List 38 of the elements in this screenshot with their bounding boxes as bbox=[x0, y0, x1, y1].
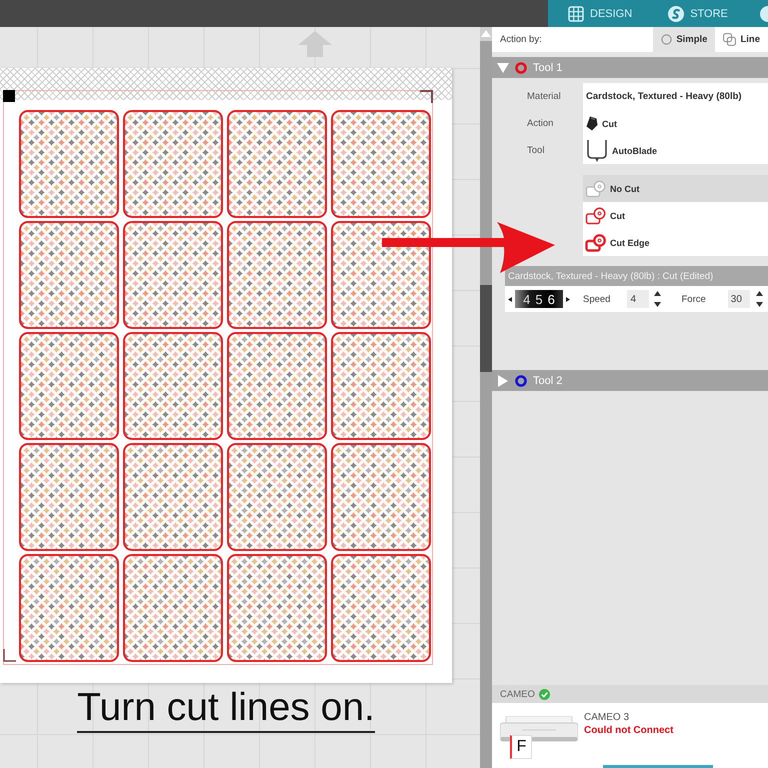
left-arrow-icon[interactable] bbox=[508, 296, 512, 302]
field-label: Material bbox=[527, 91, 561, 102]
device-group-label: CAMEO bbox=[500, 688, 535, 700]
blade-depth-dial[interactable]: 4 5 6 bbox=[515, 290, 563, 308]
registration-square-icon bbox=[3, 90, 15, 102]
corner-bracket-icon bbox=[3, 649, 16, 662]
swirl-circle-icon bbox=[668, 6, 684, 22]
settings-title: Cardstock, Textured - Heavy (80lb) : Cut (Edited) bbox=[505, 266, 768, 286]
speed-field[interactable]: 4 bbox=[627, 290, 650, 308]
corner-bracket-icon bbox=[420, 90, 433, 103]
blade-holder-icon bbox=[586, 138, 608, 162]
field-label: Tool bbox=[527, 145, 544, 156]
right-arrow-icon[interactable] bbox=[566, 296, 570, 302]
cut-option[interactable]: No Cut bbox=[583, 175, 768, 202]
mode-tab[interactable]: Simple bbox=[653, 27, 716, 52]
scrollbar[interactable] bbox=[480, 27, 492, 768]
grid-icon bbox=[568, 6, 584, 22]
up-down-arrows-icon[interactable] bbox=[756, 291, 763, 307]
square-circle-icon bbox=[585, 234, 607, 252]
connection-status: Could not Connect bbox=[584, 725, 674, 736]
document-thumbnail: F bbox=[510, 735, 532, 759]
field-value: AutoBlade bbox=[612, 146, 657, 156]
device-model: CAMEO 3 bbox=[584, 712, 630, 723]
square-circle-icon bbox=[585, 180, 607, 198]
action-by-label: Action by: bbox=[500, 34, 542, 45]
field-value: Cardstock, Textured - Heavy (80lb) bbox=[586, 91, 742, 102]
field-label: Speed bbox=[583, 294, 610, 304]
field-label: Action bbox=[527, 118, 554, 129]
scrollbar-thumb[interactable] bbox=[480, 285, 492, 372]
overlapping-squares-icon bbox=[723, 33, 736, 46]
circle-icon bbox=[661, 34, 672, 45]
blade-icon bbox=[586, 116, 598, 131]
force-field[interactable]: 30 bbox=[728, 290, 750, 308]
field-value: Cut bbox=[602, 118, 617, 128]
field-label: Force bbox=[681, 294, 706, 304]
up-down-arrows-icon[interactable] bbox=[654, 291, 662, 307]
caption: Turn cut lines on. bbox=[77, 688, 375, 733]
square-circle-icon bbox=[585, 206, 607, 224]
